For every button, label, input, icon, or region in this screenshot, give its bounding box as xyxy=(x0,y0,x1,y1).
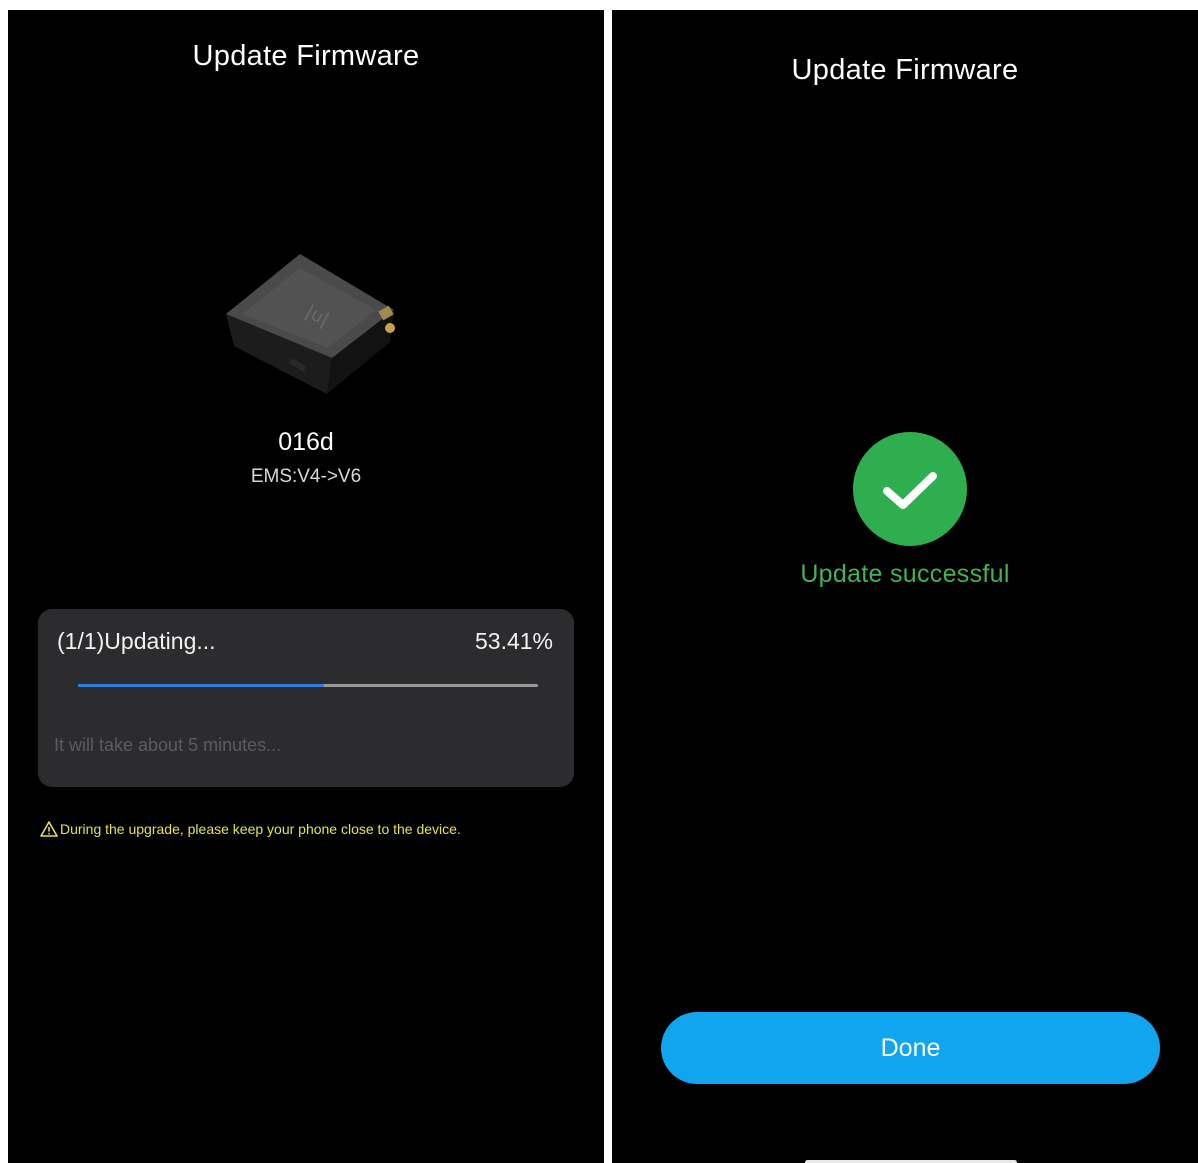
device-name: 016d xyxy=(278,428,334,456)
progress-fill xyxy=(78,684,324,687)
progress-card: (1/1)Updating... 53.41% It will take abo… xyxy=(38,609,574,787)
success-screen: Update Firmware Update successful Done xyxy=(612,10,1198,1163)
warning-triangle-icon xyxy=(40,821,58,837)
device-image: |u| xyxy=(226,254,395,394)
done-button[interactable]: Done xyxy=(661,1012,1160,1084)
page-title: Update Firmware xyxy=(791,54,1019,86)
progress-percent: 53.41% xyxy=(474,628,553,654)
warning-text: During the upgrade, please keep your pho… xyxy=(60,821,461,837)
firmware-version: EMS:V4->V6 xyxy=(250,466,362,487)
success-message: Update successful xyxy=(800,560,1010,588)
eta-text: It will take about 5 minutes... xyxy=(54,735,282,755)
warning-message: During the upgrade, please keep your pho… xyxy=(40,821,461,837)
progress-track xyxy=(78,684,538,687)
checkmark-icon xyxy=(883,472,937,509)
check-circle-icon xyxy=(853,432,967,546)
page-title: Update Firmware xyxy=(192,40,420,72)
updating-screen: Update Firmware |u| 016d EMS:V4->V6 (1/1… xyxy=(8,10,604,1163)
progress-status: (1/1)Updating... xyxy=(57,628,216,654)
